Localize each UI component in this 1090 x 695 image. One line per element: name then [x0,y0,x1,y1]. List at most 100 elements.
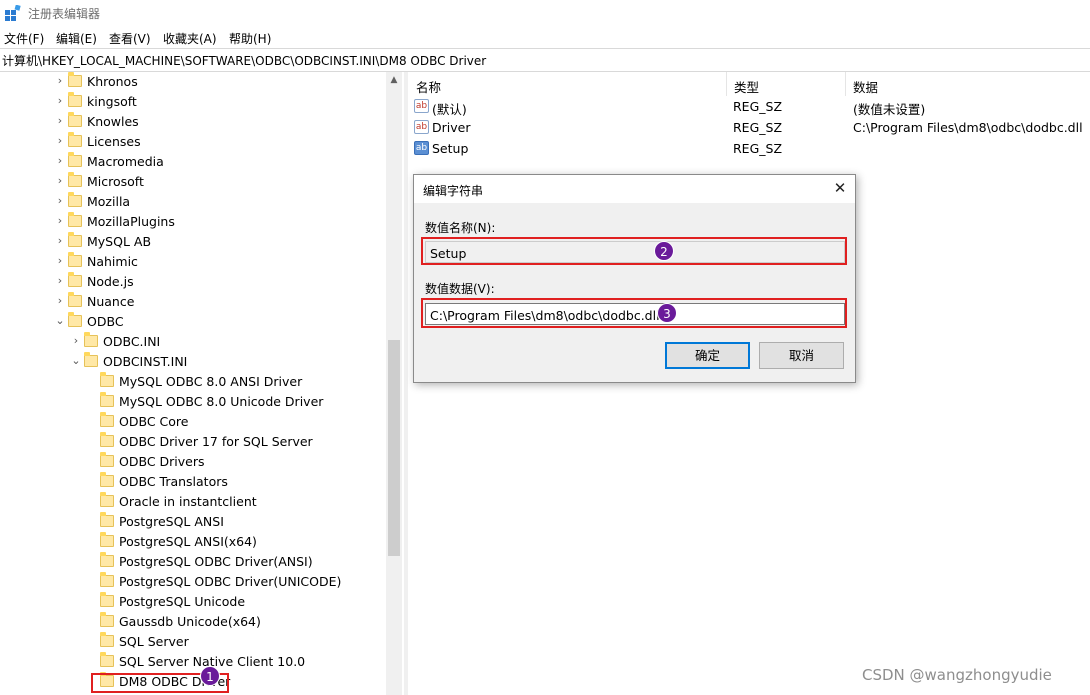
tree-item-label: MySQL ODBC 8.0 Unicode Driver [119,394,324,409]
tree-item[interactable]: › Microsoft [0,172,386,192]
tree-item[interactable]: MySQL ODBC 8.0 Unicode Driver [0,392,386,412]
tree-item[interactable]: PostgreSQL Unicode [0,592,386,612]
column-header-type[interactable]: 类型 [727,72,846,96]
tree-item-label: Oracle in instantclient [119,494,257,509]
chevron-right-icon[interactable]: › [54,94,66,108]
tree-item[interactable]: › Licenses [0,132,386,152]
folder-icon [68,292,82,307]
cancel-button[interactable]: 取消 [759,342,844,369]
tree-item[interactable]: PostgreSQL ANSI [0,512,386,532]
chevron-right-icon[interactable]: › [54,154,66,168]
menu-edit[interactable]: 编辑(E) [56,30,97,47]
column-header-data[interactable]: 数据 [846,72,1089,96]
tree-item[interactable]: Oracle in instantclient [0,492,386,512]
tree-item[interactable]: ODBC Core [0,412,386,432]
folder-icon [84,352,98,367]
chevron-down-icon[interactable]: ⌄ [54,314,66,328]
tree-item[interactable]: ODBC Drivers [0,452,386,472]
tree-item[interactable]: Gaussdb Unicode(x64) [0,612,386,632]
tree-item[interactable]: › ODBC.INI [0,332,386,352]
chevron-right-icon[interactable]: › [54,194,66,208]
tree-item[interactable]: ⌄ ODBC [0,312,386,332]
address-path[interactable]: 计算机\HKEY_LOCAL_MACHINE\SOFTWARE\ODBC\ODB… [2,52,486,69]
chevron-right-icon[interactable]: › [54,274,66,288]
column-header-name[interactable]: 名称 [409,72,727,96]
string-value-icon: ab [414,120,429,134]
chevron-right-icon[interactable]: › [54,254,66,268]
tree-item[interactable]: › MySQL AB [0,232,386,252]
step-badge-1: 1 [200,666,220,686]
step-badge-2: 2 [654,241,674,261]
scroll-up-arrow-icon[interactable]: ▲ [386,72,402,88]
tree-item-label: ODBC.INI [103,334,161,349]
tree-item-label: Nahimic [87,254,138,269]
title-bar: 注册表编辑器 [0,0,1090,26]
folder-icon [100,512,114,527]
tree-item[interactable]: › Khronos [0,72,386,92]
tree-item-label: Licenses [87,134,141,149]
tree-item[interactable]: ODBC Translators [0,472,386,492]
tree-item[interactable]: ODBC Driver 17 for SQL Server [0,432,386,452]
chevron-down-icon[interactable]: ⌄ [70,354,82,368]
menu-view[interactable]: 查看(V) [109,30,151,47]
tree-scrollbar[interactable]: ▲ [386,72,402,695]
folder-icon [68,312,82,327]
menu-favorites[interactable]: 收藏夹(A) [163,30,217,47]
tree-item-label: Node.js [87,274,134,289]
ok-button[interactable]: 确定 [665,342,750,369]
tree-item[interactable]: MySQL ODBC 8.0 ANSI Driver [0,372,386,392]
tree-item[interactable]: SQL Server [0,632,386,652]
menu-bar: 文件(F) 编辑(E) 查看(V) 收藏夹(A) 帮助(H) [0,28,1090,48]
watermark: CSDN @wangzhongyudie [862,666,1052,684]
chevron-right-icon[interactable]: › [54,214,66,228]
tree-item[interactable]: PostgreSQL ODBC Driver(UNICODE) [0,572,386,592]
dialog-title: 编辑字符串 [423,184,484,198]
tree-item[interactable]: › Macromedia [0,152,386,172]
pane-splitter[interactable] [404,72,408,695]
tree-item-label: PostgreSQL ODBC Driver(ANSI) [119,554,313,569]
tree-item[interactable]: › Knowles [0,112,386,132]
value-data-label: 数值数据(V): [425,282,495,296]
tree-item[interactable]: › kingsoft [0,92,386,112]
tree-item[interactable]: › Mozilla [0,192,386,212]
tree-item-label: ODBC Translators [119,474,228,489]
folder-icon [100,632,114,647]
value-type: REG_SZ [733,120,783,135]
value-list[interactable]: 名称 类型 数据 ab (默认) REG_SZ (数值未设置) ab Drive… [409,72,1090,695]
value-row[interactable]: ab Setup REG_SZ [409,138,1090,159]
tree-item[interactable]: › MozillaPlugins [0,212,386,232]
tree-item-label: ODBC Drivers [119,454,205,469]
folder-icon [100,432,114,447]
chevron-right-icon[interactable]: › [54,294,66,308]
chevron-right-icon[interactable]: › [54,134,66,148]
chevron-right-icon[interactable]: › [54,74,66,88]
tree-item-label: ODBC [87,314,124,329]
chevron-right-icon[interactable]: › [54,114,66,128]
tree-item[interactable]: SQL Server Native Client 10.0 [0,652,386,672]
tree-item[interactable]: › Node.js [0,272,386,292]
chevron-right-icon[interactable]: › [70,334,82,348]
tree-item[interactable]: › Nahimic [0,252,386,272]
tree-item[interactable]: PostgreSQL ANSI(x64) [0,532,386,552]
menu-help[interactable]: 帮助(H) [229,30,271,47]
value-row[interactable]: ab (默认) REG_SZ (数值未设置) [409,96,1090,117]
value-data: (数值未设置) [853,102,926,117]
menu-file[interactable]: 文件(F) [4,30,44,47]
tree-item[interactable]: › Nuance [0,292,386,312]
folder-icon [68,132,82,147]
registry-key-tree[interactable]: › Khronos › kingsoft › Knowles › Licenses › Macro… [0,72,402,695]
chevron-right-icon[interactable]: › [54,234,66,248]
tree-item-label: MozillaPlugins [87,214,175,229]
value-row[interactable]: ab Driver REG_SZ C:\Program Files\dm8\od… [409,117,1090,138]
step-badge-3: 3 [657,303,677,323]
value-name: Driver [432,120,471,135]
tree-item[interactable]: PostgreSQL ODBC Driver(ANSI) [0,552,386,572]
highlight-box-value-name [421,237,847,265]
tree-item-label: Microsoft [87,174,144,189]
address-bar[interactable]: 计算机\HKEY_LOCAL_MACHINE\SOFTWARE\ODBC\ODB… [0,48,1090,72]
folder-icon [100,552,114,567]
tree-item[interactable]: ⌄ ODBCINST.INI [0,352,386,372]
close-icon[interactable]: ✕ [832,180,848,196]
chevron-right-icon[interactable]: › [54,174,66,188]
scrollbar-thumb[interactable] [388,340,400,556]
